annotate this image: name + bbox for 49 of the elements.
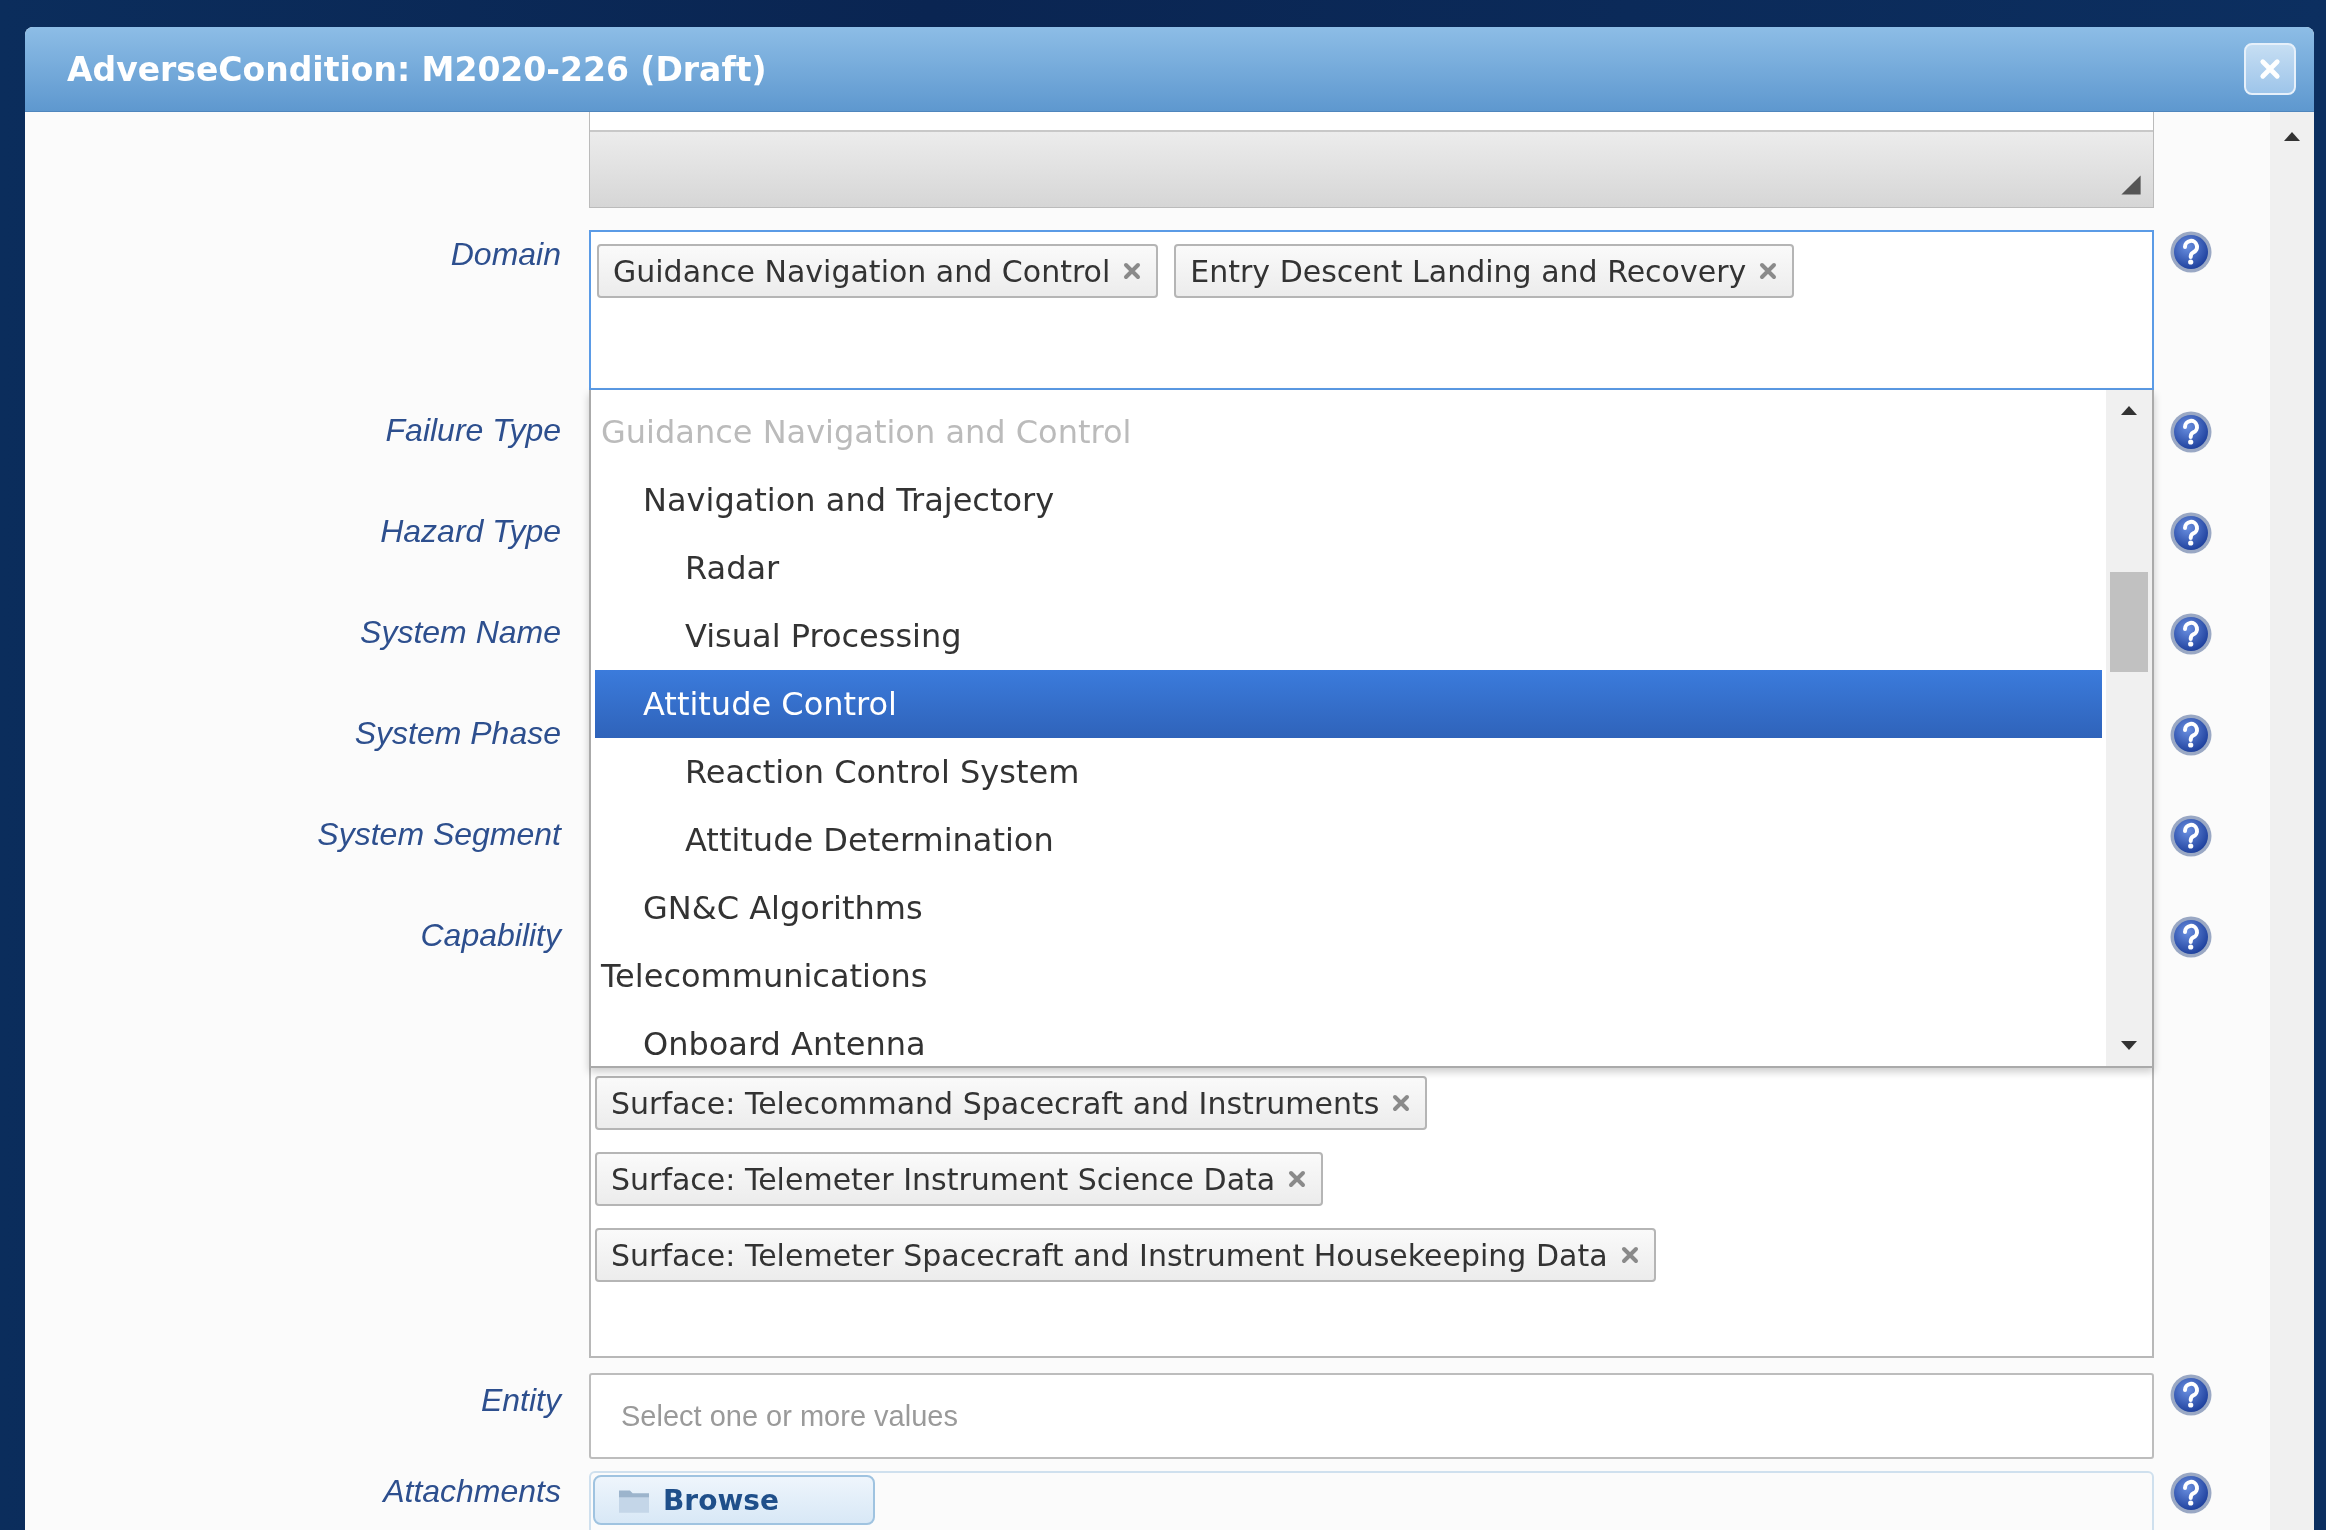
tag-label: Surface: Telecommand Spacecraft and Instruments: [611, 1085, 1380, 1121]
help-icon[interactable]: [2169, 612, 2213, 656]
dropdown-option[interactable]: Telecommunications: [595, 942, 2102, 1010]
field-label: System Name: [360, 614, 561, 650]
help-icon[interactable]: [2169, 1373, 2213, 1417]
dropdown-scrollbar[interactable]: [2106, 390, 2152, 1066]
field-label: Failure Type: [385, 412, 561, 448]
tag-chip[interactable]: Guidance Navigation and Control: [597, 244, 1159, 298]
help-icon[interactable]: [2169, 713, 2213, 757]
field-label: Domain: [450, 236, 561, 272]
tag-label: Entry Descent Landing and Recovery: [1190, 253, 1747, 289]
tag-chip[interactable]: Surface: Telemeter Spacecraft and Instrument Housekeeping Data: [595, 1228, 1656, 1282]
window-title: AdverseCondition: M2020-226 (Draft): [67, 49, 767, 89]
remove-icon[interactable]: [1122, 261, 1143, 281]
select-field[interactable]: Select one or more values: [589, 1373, 2154, 1459]
remove-icon[interactable]: [1758, 261, 1779, 281]
tag-chip[interactable]: Surface: Telecommand Spacecraft and Instruments: [595, 1076, 1428, 1130]
remove-icon[interactable]: [1391, 1093, 1412, 1113]
attachment-field[interactable]: Browse: [589, 1471, 2154, 1530]
field-label: Entity: [480, 1382, 561, 1418]
tag-field[interactable]: Surface: Telecommand Spacecraft and Instruments Surface: Telemeter Instrument Science Data Surface: Telemeter Spacecraft and Instrument Housekeeping Data: [589, 1068, 2154, 1358]
scroll-down-icon[interactable]: [2119, 1040, 2139, 1052]
remove-icon[interactable]: [1619, 1245, 1640, 1265]
scroll-up-icon[interactable]: [2282, 130, 2302, 142]
tag-label: Surface: Telemeter Instrument Science Data: [611, 1161, 1276, 1197]
help-icon[interactable]: [2169, 915, 2213, 959]
help-icon[interactable]: [2169, 410, 2213, 454]
dropdown-option[interactable]: Onboard Antenna: [595, 1010, 2102, 1066]
page-scrollbar[interactable]: [2270, 112, 2314, 1530]
field-label: System Phase: [354, 715, 561, 751]
remove-icon[interactable]: [1287, 1169, 1308, 1189]
help-icon[interactable]: [2169, 230, 2213, 274]
tag-label: Surface: Telemeter Spacecraft and Instrument Housekeeping Data: [611, 1237, 1608, 1273]
resize-grip-icon[interactable]: [2119, 173, 2143, 197]
field-label: System Segment: [317, 816, 561, 852]
close-icon: [2258, 57, 2282, 81]
help-icon[interactable]: [2169, 1471, 2213, 1515]
field-label: Attachments: [383, 1473, 561, 1509]
scroll-thumb[interactable]: [2110, 572, 2148, 672]
tag-field[interactable]: Guidance Navigation and Control Entry Descent Landing and Recovery: [589, 230, 2154, 390]
field-label: Capability: [420, 917, 561, 953]
browse-button[interactable]: Browse: [593, 1475, 875, 1525]
tag-chip[interactable]: Entry Descent Landing and Recovery: [1174, 244, 1795, 298]
help-icon[interactable]: [2169, 814, 2213, 858]
help-icon[interactable]: [2169, 511, 2213, 555]
tag-label: Guidance Navigation and Control: [613, 253, 1111, 289]
scroll-up-icon[interactable]: [2119, 404, 2139, 416]
tag-chip[interactable]: Surface: Telemeter Instrument Science Data: [595, 1152, 1324, 1206]
field-label: Hazard Type: [380, 513, 561, 549]
